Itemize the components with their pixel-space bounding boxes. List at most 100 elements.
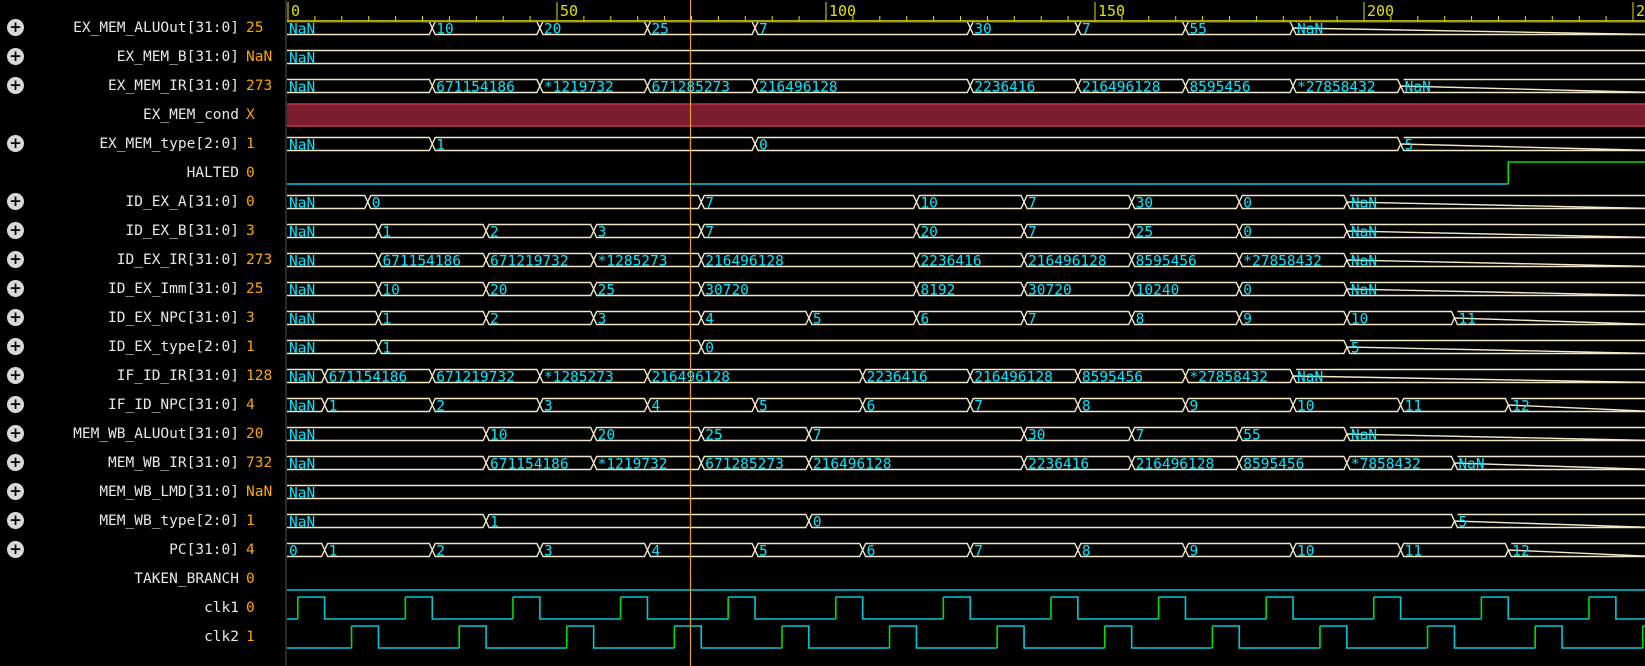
bus-segment[interactable] xyxy=(1023,223,1133,239)
signal-name[interactable]: HALTED xyxy=(187,165,239,181)
bus-segment[interactable] xyxy=(1130,310,1241,326)
signal-name[interactable]: clk1 xyxy=(204,600,239,616)
bus-segment[interactable] xyxy=(646,397,756,413)
bus-segment[interactable] xyxy=(754,136,1402,152)
bus-segment[interactable] xyxy=(287,426,487,442)
bus-segment[interactable] xyxy=(1238,194,1348,210)
bus-segment[interactable] xyxy=(969,397,1079,413)
signal-row-if-id-ir[interactable]: + IF_ID_IR[31:0] 128 xyxy=(0,362,285,390)
bus-segment[interactable] xyxy=(377,223,487,239)
bus-segment[interactable] xyxy=(431,542,541,558)
bus-segment[interactable] xyxy=(861,397,972,413)
signal-name[interactable]: clk2 xyxy=(204,629,239,645)
bus-segment[interactable] xyxy=(287,484,1645,500)
signal-row-clk1[interactable]: clk1 0 xyxy=(0,594,285,622)
bus-segment[interactable] xyxy=(539,542,649,558)
signal-row-clk2[interactable]: clk2 1 xyxy=(0,623,285,651)
bus-segment[interactable] xyxy=(1238,310,1348,326)
bus-segment[interactable] xyxy=(1238,223,1348,239)
bus-segment[interactable] xyxy=(1184,397,1294,413)
signal-name[interactable]: PC[31:0] xyxy=(169,542,239,558)
signal-name[interactable]: ID_EX_IR[31:0] xyxy=(117,252,239,268)
waveform-ex-mem-aluout[interactable]: NaN 10 20 25 7 30 7 55 NaN xyxy=(287,22,1645,38)
signal-row-pc[interactable]: + PC[31:0] 4 xyxy=(0,536,285,564)
signal-name[interactable]: ID_EX_B[31:0] xyxy=(126,223,240,239)
signal-name[interactable]: ID_EX_Imm[31:0] xyxy=(108,281,239,297)
waveform-id-ex-ir[interactable]: NaN 671154186 671219732 *1285273 216496128 22… xyxy=(287,252,1645,270)
bus-segment[interactable] xyxy=(485,223,595,239)
bus-segment[interactable] xyxy=(366,194,703,210)
waveform-ex-mem-ir[interactable]: NaN 671154186 *1219732 671285273 216496128 22… xyxy=(287,78,1645,96)
expand-icon[interactable]: + xyxy=(7,338,24,355)
unknown-value-band[interactable] xyxy=(287,104,1645,126)
expand-icon[interactable]: + xyxy=(7,222,24,239)
expand-icon[interactable]: + xyxy=(7,48,24,65)
waveform-if-id-npc[interactable]: NaN 1 2 3 4 5 6 7 8 9 10 11 12 xyxy=(287,397,1645,415)
waveform-id-ex-b[interactable]: NaN 1 2 3 7 20 7 25 0 NaN xyxy=(287,223,1645,241)
bus-segment[interactable] xyxy=(377,310,487,326)
expand-icon[interactable]: + xyxy=(7,19,24,36)
bus-segment[interactable] xyxy=(700,223,918,239)
expand-icon[interactable]: + xyxy=(7,135,24,152)
bus-segment[interactable] xyxy=(754,22,972,36)
signal-name[interactable]: EX_MEM_IR[31:0] xyxy=(108,78,239,94)
bus-segment[interactable] xyxy=(754,542,864,558)
expand-icon[interactable]: + xyxy=(7,367,24,384)
signal-name[interactable]: MEM_WB_ALUOut[31:0] xyxy=(73,426,239,442)
bus-segment[interactable] xyxy=(1077,542,1187,558)
signal-name[interactable]: EX_MEM_B[31:0] xyxy=(117,49,239,65)
signal-row-ex-mem-ir[interactable]: + EX_MEM_IR[31:0] 273 xyxy=(0,72,285,100)
signal-row-ex-mem-type[interactable]: + EX_MEM_type[2:0] 1 xyxy=(0,130,285,158)
signal-row-ex-mem-cond[interactable]: EX_MEM_cond X xyxy=(0,101,285,129)
signal-name[interactable]: MEM_WB_LMD[31:0] xyxy=(99,484,239,500)
bus-segment[interactable] xyxy=(1238,281,1348,297)
bus-segment[interactable] xyxy=(1345,281,1645,297)
bus-segment[interactable] xyxy=(1345,426,1645,442)
expand-icon[interactable]: + xyxy=(7,425,24,442)
bus-segment[interactable] xyxy=(1345,252,1645,268)
signal-row-ex-mem-b[interactable]: + EX_MEM_B[31:0] NaN xyxy=(0,43,285,71)
bus-segment[interactable] xyxy=(646,542,756,558)
bus-segment[interactable] xyxy=(377,339,703,355)
expand-icon[interactable]: + xyxy=(7,77,24,94)
bus-segment[interactable] xyxy=(287,49,1645,65)
bus-segment[interactable] xyxy=(323,542,434,558)
signal-row-id-ex-b[interactable]: + ID_EX_B[31:0] 3 xyxy=(0,217,285,245)
expand-icon[interactable]: + xyxy=(7,309,24,326)
bus-segment[interactable] xyxy=(539,397,649,413)
bus-segment[interactable] xyxy=(287,455,487,471)
waveform-clk1[interactable] xyxy=(287,596,1645,620)
signal-row-id-ex-imm[interactable]: + ID_EX_Imm[31:0] 25 xyxy=(0,275,285,303)
bus-segment[interactable] xyxy=(287,513,487,529)
expand-icon[interactable]: + xyxy=(7,512,24,529)
bus-segment[interactable] xyxy=(700,310,810,326)
waveform-ex-mem-type[interactable]: NaN 1 0 5 xyxy=(287,136,1645,154)
waveform-id-ex-a[interactable]: NaN 0 7 10 7 30 0 NaN xyxy=(287,194,1645,212)
signal-name[interactable]: ID_EX_NPC[31:0] xyxy=(108,310,239,326)
signal-row-mem-wb-aluout[interactable]: + MEM_WB_ALUOut[31:0] 20 xyxy=(0,420,285,448)
waveform-id-ex-imm[interactable]: NaN 10 20 25 30720 8192 30720 10240 0 NaN xyxy=(287,281,1645,299)
signal-name[interactable]: MEM_WB_IR[31:0] xyxy=(108,455,239,471)
bus-segment[interactable] xyxy=(592,223,703,239)
bus-segment[interactable] xyxy=(754,397,864,413)
waveform-halted[interactable] xyxy=(287,161,1645,185)
waveform-mem-wb-aluout[interactable]: NaN 10 20 25 7 30 7 55 NaN xyxy=(287,426,1645,444)
bus-segment[interactable] xyxy=(1399,78,1645,94)
signal-name[interactable]: EX_MEM_ALUOut[31:0] xyxy=(73,20,239,36)
waveform-ex-mem-b[interactable]: NaN xyxy=(287,49,1645,67)
bus-segment[interactable] xyxy=(1345,339,1645,355)
expand-icon[interactable]: + xyxy=(7,280,24,297)
waveform-clk2[interactable] xyxy=(287,625,1645,649)
waveform-pc[interactable]: 0 1 2 3 4 5 6 7 8 9 10 11 12 xyxy=(287,542,1645,560)
signal-high-trace[interactable] xyxy=(1507,161,1645,184)
signal-name[interactable]: IF_ID_IR[31:0] xyxy=(117,368,239,384)
waveform-ex-mem-cond[interactable] xyxy=(287,103,1645,127)
signal-name[interactable]: ID_EX_A[31:0] xyxy=(126,194,240,210)
bus-segment[interactable] xyxy=(1291,368,1645,384)
expand-icon[interactable]: + xyxy=(7,251,24,268)
signal-row-mem-wb-lmd[interactable]: + MEM_WB_LMD[31:0] NaN xyxy=(0,478,285,506)
signal-name[interactable]: TAKEN_BRANCH xyxy=(134,571,239,587)
waveform-area[interactable]: NaN 10 20 25 7 30 7 55 NaN NaN NaN 671154186 *121973… xyxy=(287,22,1645,666)
bus-segment[interactable] xyxy=(700,194,918,210)
signal-row-id-ex-npc[interactable]: + ID_EX_NPC[31:0] 3 xyxy=(0,304,285,332)
